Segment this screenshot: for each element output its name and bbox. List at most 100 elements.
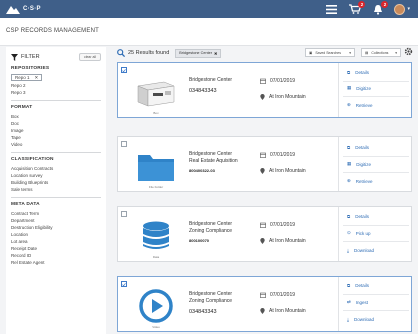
divider (343, 294, 409, 295)
metadata-item[interactable]: Destruction Eligibility (11, 224, 101, 231)
record-date-text: 07/01/2019 (270, 152, 296, 158)
format-item[interactable]: Image (11, 127, 101, 134)
app-logo[interactable]: C·S·P (6, 4, 41, 14)
record-location: At Iron Mountain (260, 308, 340, 314)
filter-heading: FILTER (11, 53, 40, 61)
result-card[interactable]: Box Bridgestone Center 034843343 07/01/2… (117, 62, 412, 118)
pickup-button[interactable]: ⊙ Pick up (347, 230, 371, 236)
card-actions: ⧉ Details ⇄ Ingest ⤓ Download (338, 277, 413, 331)
details-button[interactable]: ⧉ Details (347, 70, 369, 75)
bell-icon[interactable]: 2 (371, 1, 389, 15)
check-icon (122, 282, 126, 286)
top-bar: C·S·P 2 2 ▾ (0, 0, 418, 18)
selected-repo-chip[interactable]: Repo 1 ✕ (11, 74, 43, 81)
select-checkbox[interactable] (121, 67, 127, 73)
details-label: Details (355, 70, 369, 75)
details-icon: ⧉ (347, 214, 351, 219)
select-checkbox[interactable] (121, 141, 127, 147)
metadata-item[interactable]: Record ID (11, 252, 101, 259)
details-label: Details (355, 283, 369, 288)
chevron-down-icon[interactable]: ▾ (407, 6, 410, 12)
metadata-item[interactable]: Contract Term (11, 210, 101, 217)
digitize-button[interactable]: ▦ Digitize (347, 85, 371, 91)
calendar-icon (260, 152, 266, 158)
classification-heading: CLASSIFICATION (11, 157, 54, 162)
download-button[interactable]: ⤓ Download (347, 248, 374, 253)
filter-title: FILTER (21, 54, 40, 60)
database-thumbnail[interactable]: Data (130, 212, 182, 259)
record-date: 07/01/2019 (260, 78, 340, 84)
folder-icon (138, 154, 174, 181)
format-heading: FORMAT (11, 105, 33, 110)
metadata-item[interactable]: Lot area (11, 238, 101, 245)
result-card[interactable]: File Folder Bridgestone Center Real Esta… (117, 136, 412, 192)
divider (11, 100, 101, 101)
record-date-text: 07/01/2019 (270, 222, 296, 228)
chevron-down-icon: ▾ (349, 50, 351, 55)
divider (343, 156, 409, 157)
metadata-item[interactable]: Location (11, 231, 101, 238)
record-location-text: At Iron Mountain (269, 238, 306, 244)
repositories-heading: REPOSITORIES (11, 66, 50, 71)
calendar-icon (260, 292, 266, 298)
metadata-item[interactable]: Rel Estate Agent (11, 259, 101, 266)
repo-item[interactable]: Repo 3 (11, 89, 101, 96)
repo-item[interactable]: Repo 2 (11, 82, 101, 89)
details-button[interactable]: ⧉ Details (347, 283, 369, 288)
record-location-text: At Iron Mountain (269, 168, 306, 174)
remove-icon[interactable]: ✕ (35, 75, 39, 80)
remove-icon[interactable]: ✖ (214, 51, 217, 56)
classification-item[interactable]: Acquisition Contracts (11, 165, 101, 172)
video-thumbnail[interactable]: Video (130, 282, 182, 329)
select-checkbox[interactable] (121, 281, 127, 287)
result-card[interactable]: Data Bridgestone Center Zoning Complianc… (117, 206, 412, 262)
format-item[interactable]: Doc (11, 120, 101, 127)
format-item[interactable]: Tape (11, 134, 101, 141)
location-pin-icon (260, 238, 265, 244)
menu-icon[interactable] (325, 3, 338, 15)
format-item[interactable]: Video (11, 141, 101, 148)
results-count: 25 Results found (128, 50, 170, 56)
card-actions: ⧉ Details ▦ Digitize ⊕ Retrieve (338, 137, 413, 191)
gear-icon[interactable] (404, 47, 413, 56)
database-icon (143, 221, 169, 249)
digitize-label: Digitize (356, 85, 372, 91)
details-button[interactable]: ⧉ Details (347, 145, 369, 150)
box-thumbnail[interactable]: Box (130, 68, 182, 115)
record-barcode: 800400322-03 (189, 168, 215, 173)
result-card[interactable]: Video Bridgestone Center Zoning Complian… (117, 276, 412, 332)
digitize-button[interactable]: ▦ Digitize (347, 161, 371, 167)
cart-icon[interactable]: 2 (348, 1, 366, 15)
folder-thumbnail[interactable]: File Folder (130, 142, 182, 189)
download-button[interactable]: ⤓ Download (347, 317, 374, 322)
card-actions: ⧉ Details ⊙ Pick up ⤓ Download (338, 207, 413, 261)
metadata-heading: META DATA (11, 202, 40, 207)
divider (11, 197, 101, 198)
retrieve-button[interactable]: ⊕ Retrieve (347, 102, 373, 108)
select-checkbox[interactable] (121, 211, 127, 217)
metadata-item[interactable]: Receipt Date (11, 245, 101, 252)
saved-searches-dropdown[interactable]: ▣ Saved Searches ▾ (305, 48, 355, 57)
download-label: Download (354, 248, 375, 253)
user-avatar[interactable] (394, 3, 406, 15)
divider (343, 225, 409, 226)
record-name: Bridgestone Center (189, 151, 233, 157)
format-item[interactable]: Box (11, 113, 101, 120)
details-button[interactable]: ⧉ Details (347, 214, 369, 219)
page-title: CSP RECORDS MANAGEMENT (6, 28, 99, 34)
retrieve-button[interactable]: ⊕ Retrieve (347, 178, 373, 184)
classification-item[interactable]: Sale terms (11, 186, 101, 193)
collections-dropdown[interactable]: ▤ Collections ▾ (361, 48, 401, 57)
search-chip[interactable]: Bridgestone Center ✖ (175, 48, 222, 58)
retrieve-icon: ⊕ (347, 102, 351, 107)
digitize-icon: ▦ (347, 85, 352, 90)
location-pin-icon (260, 308, 265, 314)
classification-item[interactable]: Location survey (11, 172, 101, 179)
ingest-button[interactable]: ⇄ Ingest (347, 299, 368, 305)
classification-item[interactable]: Building Blueprints (11, 179, 101, 186)
notification-badge: 2 (381, 1, 389, 8)
clear-all-button[interactable]: clear all (78, 53, 101, 61)
ingest-icon: ⇄ (347, 299, 351, 304)
pickup-icon: ⊙ (347, 230, 351, 235)
metadata-item[interactable]: Department (11, 217, 101, 224)
